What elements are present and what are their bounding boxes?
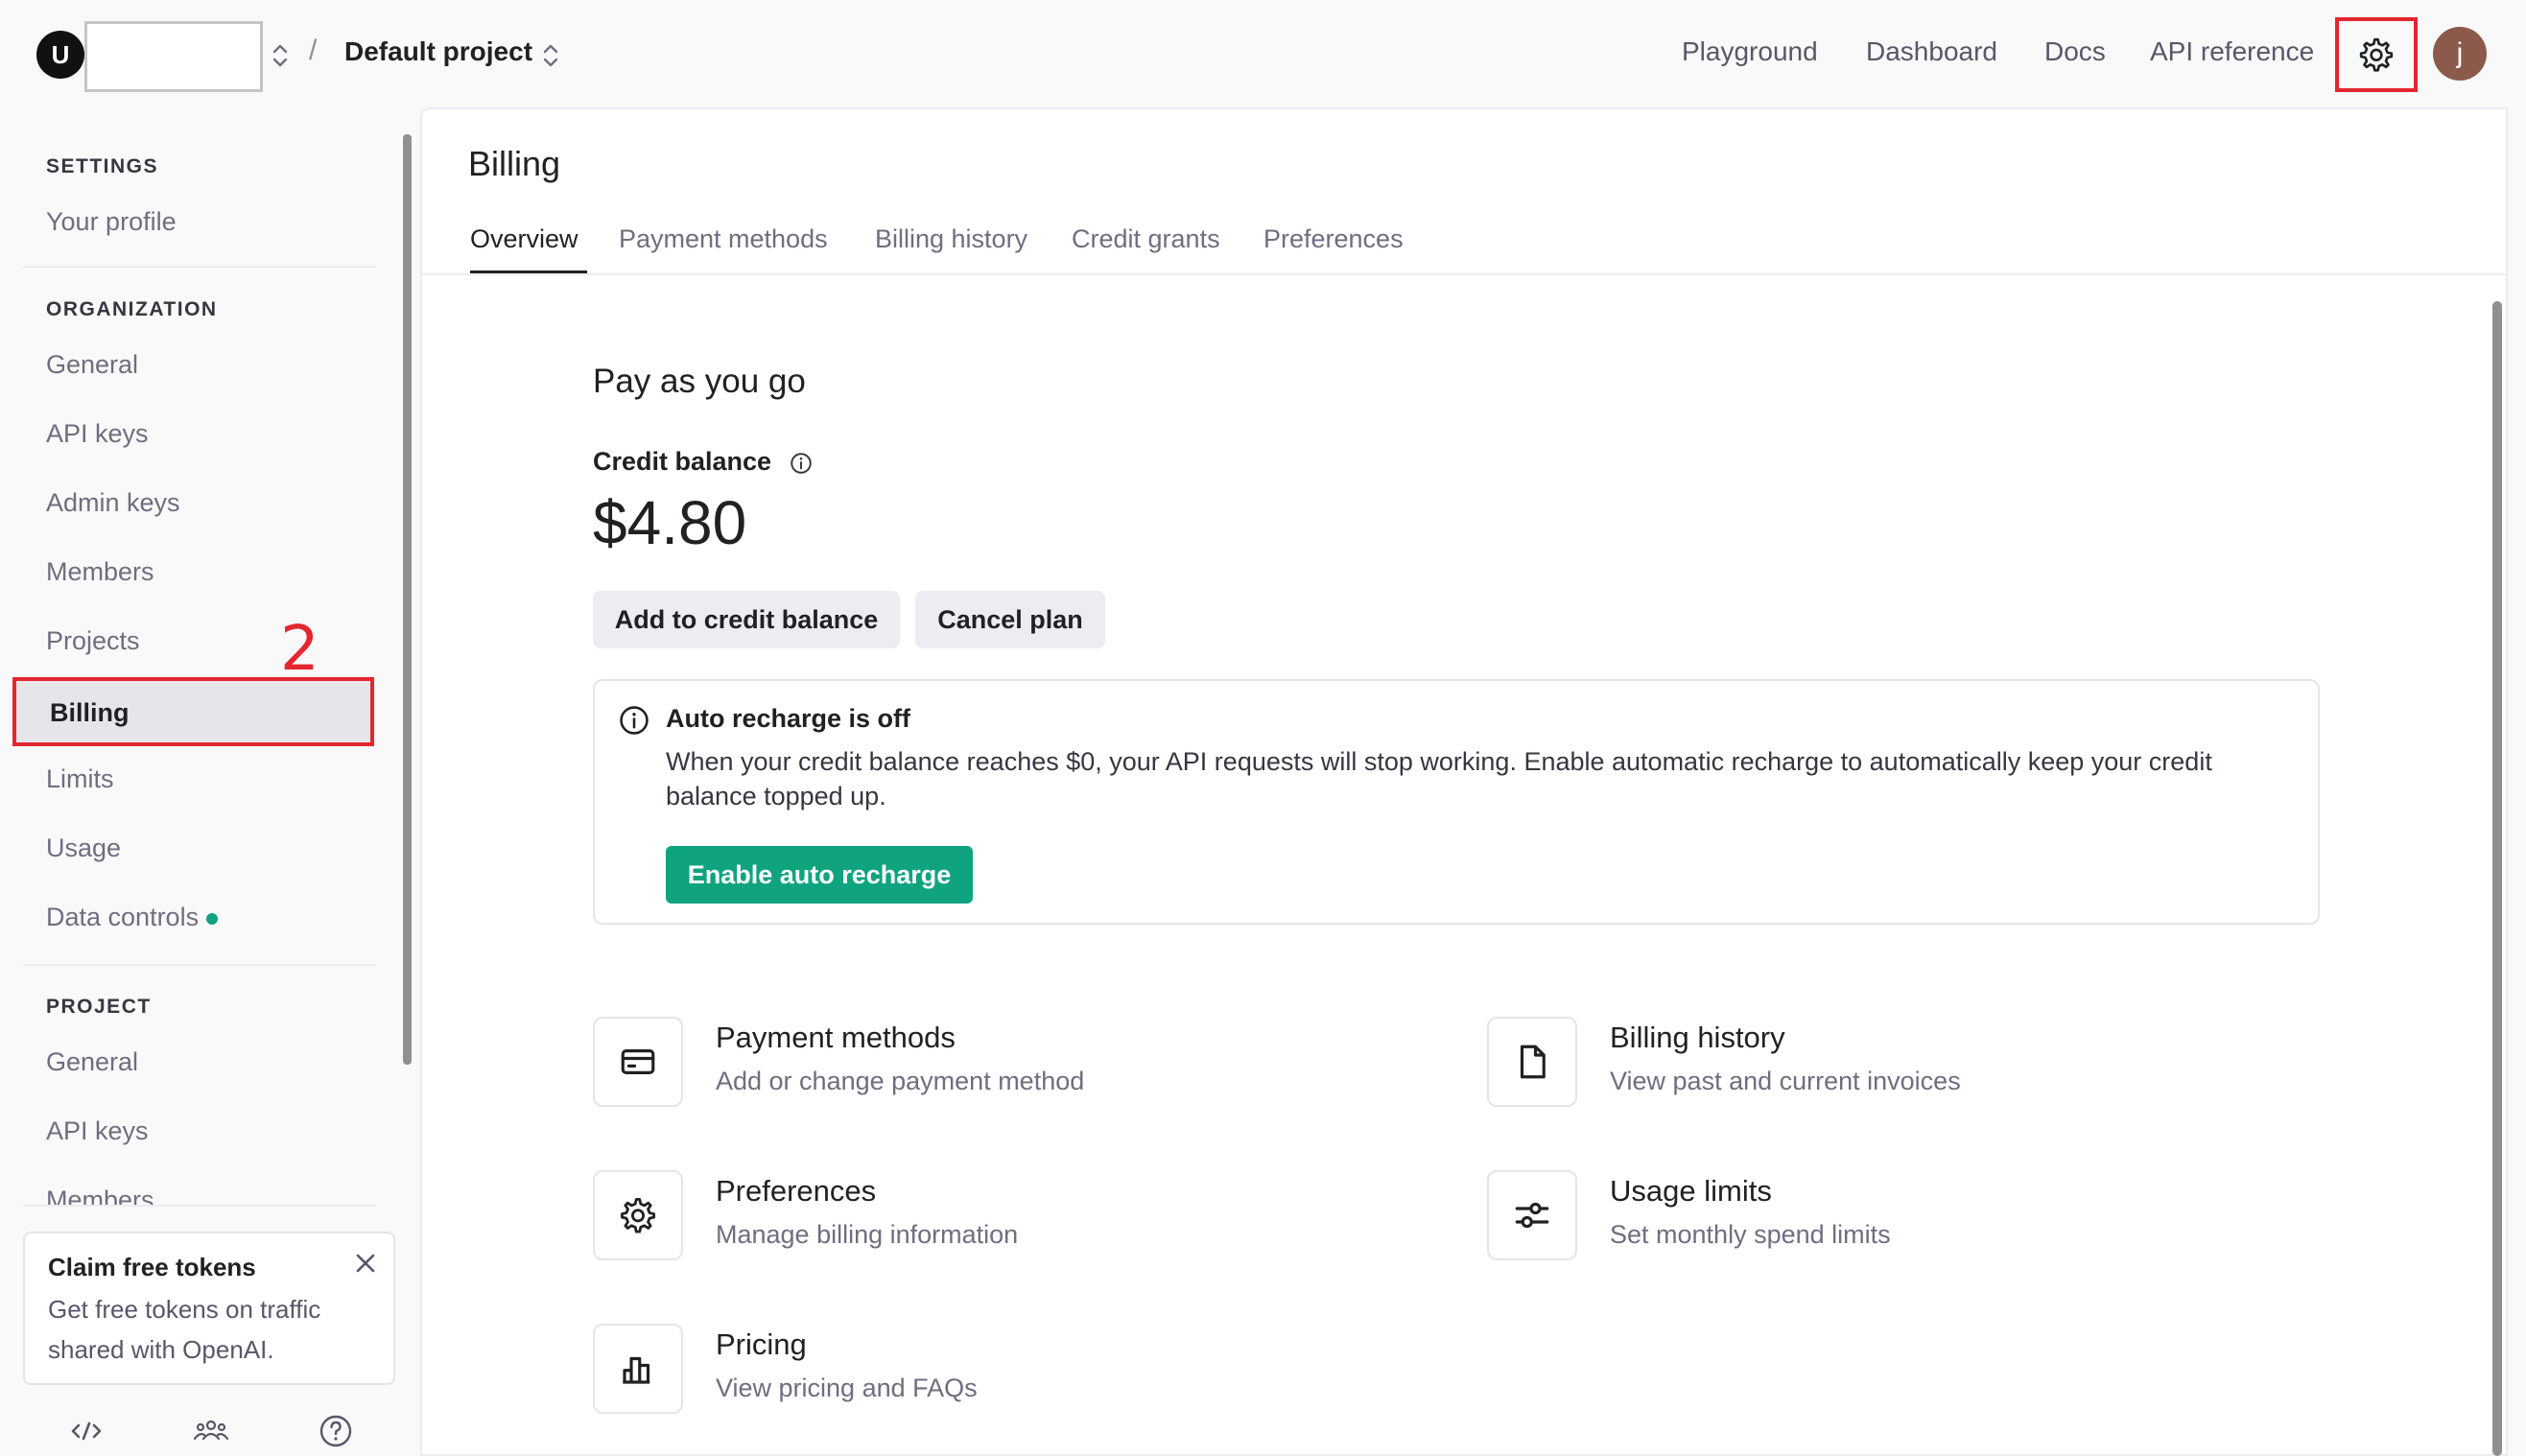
gear-icon: [620, 1197, 656, 1233]
link-title: Payment methods: [716, 1021, 956, 1054]
project-header: PROJECT: [46, 996, 152, 1018]
sidebar-item-usage[interactable]: Usage: [46, 834, 121, 863]
link-card-pricing[interactable]: Pricing View pricing and FAQs: [593, 1324, 1264, 1420]
link-title: Billing history: [1610, 1021, 1785, 1054]
breadcrumb-separator: /: [309, 35, 318, 66]
info-icon: [620, 706, 649, 735]
nav-dashboard[interactable]: Dashboard: [1866, 36, 1997, 67]
project-selector[interactable]: Default project: [344, 36, 532, 67]
sidebar-clip: Members: [0, 1172, 398, 1205]
sidebar-item-project-members[interactable]: Members: [46, 1186, 154, 1205]
link-card-preferences[interactable]: Preferences Manage billing information: [593, 1170, 1264, 1266]
credit-balance-label: Credit balance: [593, 447, 814, 477]
org-avatar[interactable]: U: [36, 31, 84, 79]
tab-credit-grants[interactable]: Credit grants: [1072, 224, 1220, 254]
credit-balance-amount: $4.80: [593, 488, 747, 557]
sidebar-item-data-controls[interactable]: Data controls: [46, 903, 219, 932]
status-dot-icon: [206, 912, 219, 925]
cancel-plan-button[interactable]: Cancel plan: [915, 591, 1105, 648]
sidebar-item-label: Billing: [50, 698, 130, 727]
link-subtitle: Set monthly spend limits: [1610, 1220, 1891, 1249]
link-icon-box: [593, 1017, 683, 1107]
credit-card-icon: [621, 1049, 655, 1074]
tab-preferences[interactable]: Preferences: [1263, 224, 1404, 254]
tab-billing-history[interactable]: Billing history: [875, 224, 1027, 254]
settings-header: SETTINGS: [46, 155, 159, 177]
credit-balance-text: Credit balance: [593, 447, 772, 476]
link-subtitle: View pricing and FAQs: [716, 1374, 978, 1402]
organization-header: ORGANIZATION: [46, 298, 218, 320]
main-scrollbar[interactable]: [2492, 282, 2502, 1456]
info-icon[interactable]: [789, 451, 814, 476]
sidebar-item-billing[interactable]: Billing: [12, 677, 374, 746]
chevron-updown-icon[interactable]: [541, 41, 560, 70]
close-icon[interactable]: [351, 1249, 380, 1278]
sidebar-item-org-general[interactable]: General: [46, 350, 138, 380]
sidebar-item-your-profile[interactable]: Your profile: [46, 207, 177, 237]
claim-tokens-card: Claim free tokens Get free tokens on tra…: [23, 1232, 395, 1385]
sidebar-divider: [23, 964, 376, 966]
tabs-divider: [422, 273, 2506, 275]
tab-payment-methods[interactable]: Payment methods: [619, 224, 828, 254]
sidebar-item-label: Data controls: [46, 903, 200, 931]
auto-recharge-alert: Auto recharge is off When your credit ba…: [593, 679, 2320, 925]
sidebar-divider: [23, 1205, 376, 1207]
team-icon[interactable]: [192, 1412, 230, 1450]
user-avatar[interactable]: j: [2433, 27, 2487, 81]
plan-title: Pay as you go: [593, 363, 806, 400]
enable-auto-recharge-button[interactable]: Enable auto recharge: [666, 846, 973, 904]
sidebar-divider: [23, 266, 376, 268]
link-icon-box: [1487, 1017, 1577, 1107]
link-card-payment-methods[interactable]: Payment methods Add or change payment me…: [593, 1017, 1264, 1113]
sidebar-item-project-api-keys[interactable]: API keys: [46, 1116, 149, 1146]
link-title: Pricing: [716, 1327, 807, 1361]
page-title: Billing: [468, 144, 561, 183]
nav-api-reference[interactable]: API reference: [2150, 36, 2314, 67]
sidebar-item-project-general[interactable]: General: [46, 1047, 138, 1077]
nav-playground[interactable]: Playground: [1682, 36, 1818, 67]
main-panel: Billing Overview Payment methods Billing…: [420, 107, 2508, 1456]
claim-desc: Get free tokens on traffic shared with O…: [48, 1295, 321, 1364]
help-icon[interactable]: [317, 1412, 355, 1450]
link-card-billing-history[interactable]: Billing history View past and current in…: [1487, 1017, 2159, 1113]
top-bar: U / Default project Playground Dashboard…: [0, 0, 2526, 107]
scrollbar-thumb[interactable]: [403, 134, 412, 1065]
scrollbar-thumb[interactable]: [2492, 301, 2502, 1456]
sliders-icon: [1515, 1202, 1549, 1229]
tab-overview[interactable]: Overview: [470, 224, 578, 254]
link-title: Usage limits: [1610, 1174, 1772, 1208]
org-name-box[interactable]: [84, 21, 263, 92]
claim-title: Claim free tokens: [48, 1253, 256, 1281]
code-icon[interactable]: [67, 1412, 106, 1450]
sidebar-item-projects[interactable]: Projects: [46, 626, 140, 656]
nav-docs[interactable]: Docs: [2044, 36, 2106, 67]
link-card-usage-limits[interactable]: Usage limits Set monthly spend limits: [1487, 1170, 2159, 1266]
add-to-credit-balance-button[interactable]: Add to credit balance: [593, 591, 900, 648]
settings-button[interactable]: [2335, 17, 2418, 92]
link-subtitle: Manage billing information: [716, 1220, 1019, 1249]
sidebar-item-limits[interactable]: Limits: [46, 764, 114, 794]
link-title: Preferences: [716, 1174, 877, 1208]
sidebar-item-admin-keys[interactable]: Admin keys: [46, 488, 180, 518]
link-icon-box: [593, 1324, 683, 1414]
link-icon-box: [593, 1170, 683, 1260]
alert-title: Auto recharge is off: [666, 704, 911, 733]
link-icon-box: [1487, 1170, 1577, 1260]
sidebar-item-members[interactable]: Members: [46, 557, 154, 587]
sidebar-scrollbar[interactable]: [403, 115, 412, 1199]
sidebar-item-org-api-keys[interactable]: API keys: [46, 419, 149, 449]
alert-description: When your credit balance reaches $0, you…: [666, 747, 2212, 810]
document-icon: [1520, 1045, 1546, 1079]
bar-chart-icon: [623, 1356, 650, 1384]
gear-icon: [2359, 37, 2394, 72]
link-subtitle: Add or change payment method: [716, 1067, 1085, 1095]
chevron-updown-icon[interactable]: [271, 41, 290, 70]
link-subtitle: View past and current invoices: [1610, 1067, 1961, 1095]
